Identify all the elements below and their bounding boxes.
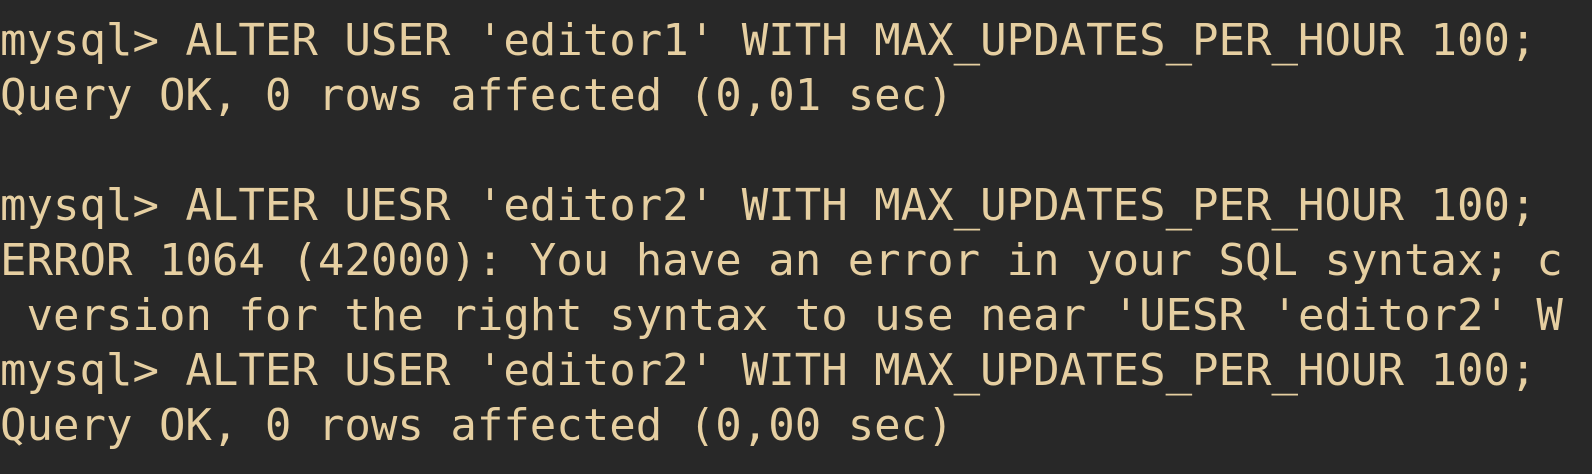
command-line-alter-uesr-editor2: mysql> ALTER UESR 'editor2' WITH MAX_UPD… [0, 180, 1537, 231]
query-ok-output-2: Query OK, 0 rows affected (0,00 sec) [0, 400, 954, 451]
command-line-alter-user-editor2: mysql> ALTER USER 'editor2' WITH MAX_UPD… [0, 345, 1537, 396]
terminal-window[interactable]: mysql> ALTER USER 'editor1' WITH MAX_UPD… [0, 0, 1592, 474]
error-output-line-1: ERROR 1064 (42000): You have an error in… [0, 235, 1563, 286]
command-line-alter-user-editor1: mysql> ALTER USER 'editor1' WITH MAX_UPD… [0, 15, 1537, 66]
error-output-line-2: version for the right syntax to use near… [0, 290, 1563, 341]
query-ok-output: Query OK, 0 rows affected (0,01 sec) [0, 70, 954, 121]
